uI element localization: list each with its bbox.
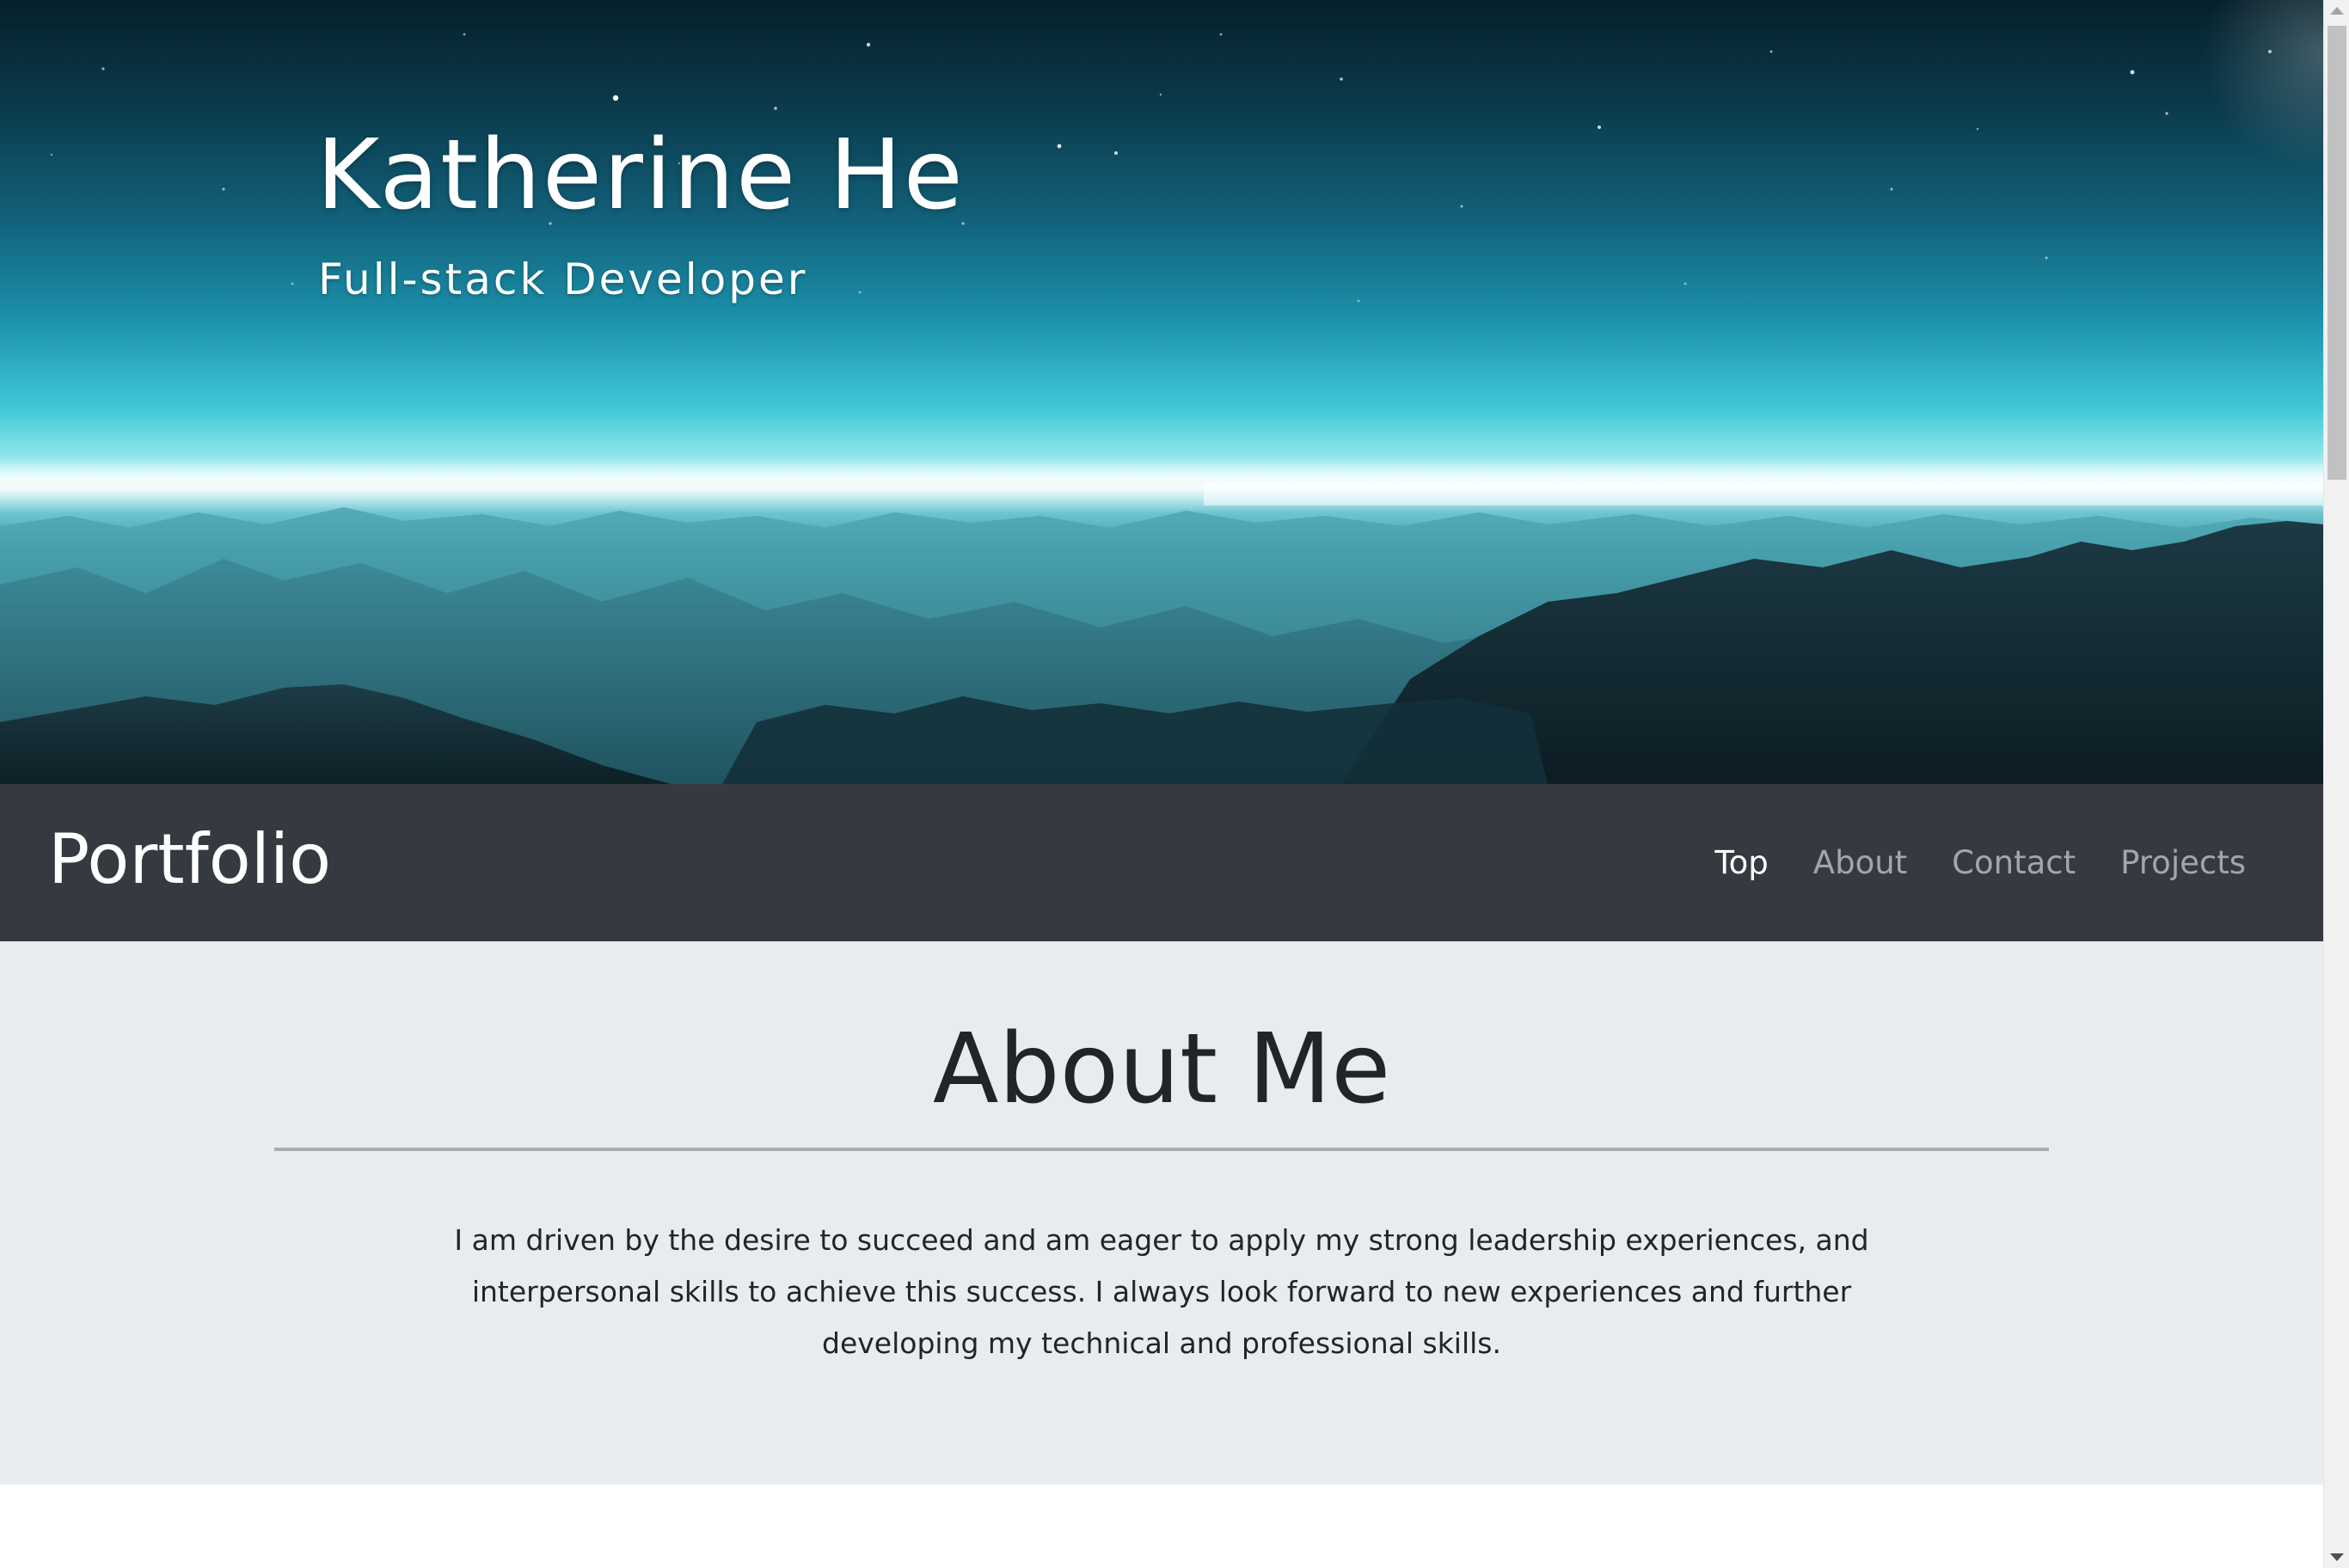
hero-landscape-image — [0, 0, 2323, 784]
nav-link-contact[interactable]: Contact — [1952, 844, 2076, 882]
about-text: I am driven by the desire to succeed and… — [454, 1223, 1869, 1360]
nav-link-about[interactable]: About — [1813, 844, 1907, 882]
navbar: Portfolio Top About Contact Projects — [0, 784, 2323, 941]
scroll-down-arrow-icon[interactable] — [2330, 1553, 2344, 1561]
page: Katherine He Full-stack Developer Portfo… — [0, 0, 2349, 1568]
nav-link-top[interactable]: Top — [1714, 844, 1768, 882]
nav-links: Top About Contact Projects — [1714, 844, 2246, 882]
hero-role: Full-stack Developer — [318, 254, 808, 304]
about-section: About Me I am driven by the desire to su… — [0, 941, 2323, 1485]
hero-name: Katherine He — [316, 119, 965, 231]
about-title: About Me — [932, 1014, 1391, 1125]
navbar-brand[interactable]: Portfolio — [48, 818, 331, 901]
scroll-up-arrow-icon[interactable] — [2330, 7, 2344, 15]
scrollbar-thumb[interactable] — [2328, 26, 2346, 480]
hero-banner: Katherine He Full-stack Developer — [0, 0, 2323, 784]
about-divider — [274, 1148, 2049, 1151]
next-section — [0, 1485, 2323, 1568]
vertical-scrollbar[interactable] — [2323, 0, 2349, 1568]
nav-link-projects[interactable]: Projects — [2120, 844, 2246, 882]
